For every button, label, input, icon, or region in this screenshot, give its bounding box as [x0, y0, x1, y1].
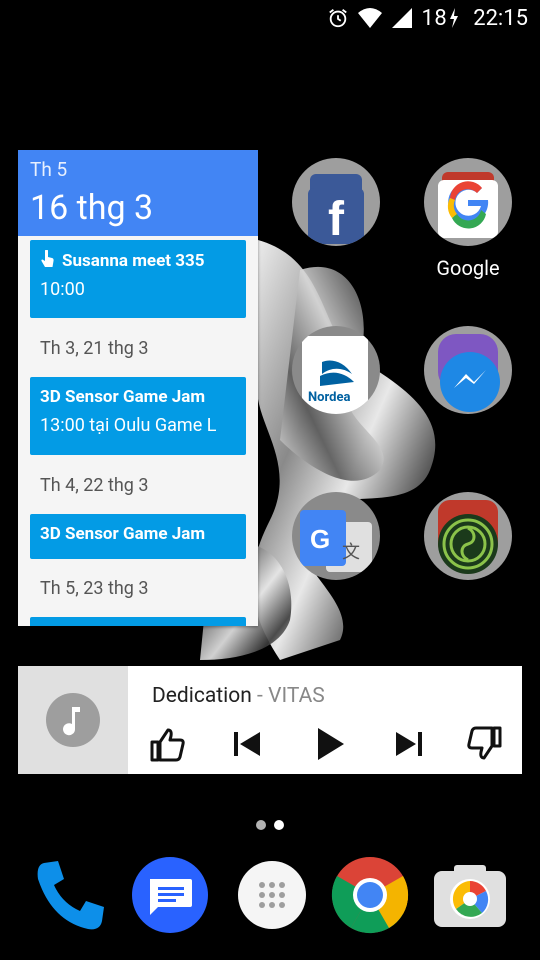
app-messenger[interactable]: [422, 326, 514, 414]
dock-app-drawer[interactable]: [232, 855, 312, 935]
play-button[interactable]: [308, 724, 348, 764]
previous-icon: [234, 732, 260, 756]
thumbs-up-button[interactable]: [148, 724, 188, 764]
calendar-day-header: Th 3, 21 thg 3: [40, 338, 149, 359]
dock-messages[interactable]: [130, 855, 210, 935]
messenger-icon: [424, 326, 512, 414]
app-drawer-icon: [238, 861, 306, 929]
nordea-icon: Nordea: [292, 326, 380, 414]
calendar-header[interactable]: Th 5 16 thg 3: [18, 150, 258, 236]
album-art[interactable]: [18, 666, 128, 774]
dock: [0, 855, 540, 945]
calendar-event[interactable]: Susanna meet 335 10:00: [30, 240, 246, 318]
thumbs-down-icon: [467, 726, 502, 760]
calendar-event[interactable]: 3D Sensor Game Jam 13:00 tại Oulu Game L: [30, 377, 246, 455]
messages-icon: [132, 857, 208, 933]
dock-phone[interactable]: [30, 855, 110, 935]
thumbs-down-button[interactable]: [464, 724, 504, 764]
event-title: 3D Sensor Game Jam: [40, 524, 206, 544]
dock-camera[interactable]: [430, 855, 510, 935]
next-button[interactable]: [388, 724, 428, 764]
track-info: Dedication - VITAS: [152, 684, 325, 708]
app-fingerprint-music[interactable]: [422, 492, 514, 580]
music-widget[interactable]: Dedication - VITAS: [18, 666, 522, 774]
event-title: Susanna meet 335: [40, 250, 236, 271]
dock-chrome[interactable]: [330, 855, 410, 935]
app-nordea[interactable]: Nordea: [290, 326, 382, 414]
chrome-icon: [331, 857, 409, 934]
calendar-event[interactable]: [30, 617, 246, 626]
camera-icon: [434, 865, 506, 927]
event-title: 3D Sensor Game Jam: [40, 387, 206, 407]
event-time: 13:00 tại Oulu Game L: [40, 415, 217, 436]
play-icon: [318, 728, 344, 760]
alarm-icon: [329, 9, 348, 28]
wifi-icon: [358, 8, 383, 28]
page-dot-active: [274, 820, 284, 830]
music-note-icon: [46, 693, 100, 747]
translate-icon: G 文: [292, 492, 380, 580]
hand-pointer-icon: [41, 250, 54, 267]
next-icon: [396, 732, 422, 756]
calendar-widget[interactable]: Th 5 16 thg 3 Susanna meet 335 10:00 Th …: [18, 150, 258, 626]
nordea-wordmark: Nordea: [308, 390, 351, 405]
calendar-day-header: Th 4, 22 thg 3: [40, 475, 149, 496]
signal-icon: [392, 8, 413, 28]
app-translate[interactable]: G 文: [290, 492, 382, 580]
app-facebook[interactable]: f: [290, 158, 382, 246]
page-dot: [256, 820, 266, 830]
battery-level: 18: [421, 5, 448, 31]
calendar-date: 16 thg 3: [30, 188, 154, 228]
battery-charging-icon: [450, 8, 459, 28]
event-title-text: Susanna meet 335: [62, 251, 205, 271]
facebook-icon: f: [292, 158, 380, 246]
app-label-google: Google: [436, 256, 500, 280]
track-separator: -: [251, 684, 269, 708]
google-icon: [424, 158, 512, 246]
calendar-day-header: Th 5, 23 thg 3: [40, 578, 149, 599]
event-time: 10:00: [40, 279, 85, 300]
phone-icon: [37, 861, 104, 930]
playback-controls: [148, 724, 508, 764]
fingerprint-music-icon: [424, 492, 512, 580]
page-indicator: [256, 820, 284, 830]
thumbs-up-icon: [150, 728, 185, 762]
calendar-weekday: Th 5: [30, 158, 68, 181]
app-google[interactable]: Google: [422, 158, 514, 280]
status-bar: 18 22:15: [0, 0, 540, 36]
clock: 22:15: [473, 5, 528, 31]
track-artist: VITAS: [268, 684, 325, 708]
calendar-event[interactable]: 3D Sensor Game Jam: [30, 514, 246, 559]
track-title: Dedication: [152, 684, 252, 708]
previous-button[interactable]: [228, 724, 268, 764]
